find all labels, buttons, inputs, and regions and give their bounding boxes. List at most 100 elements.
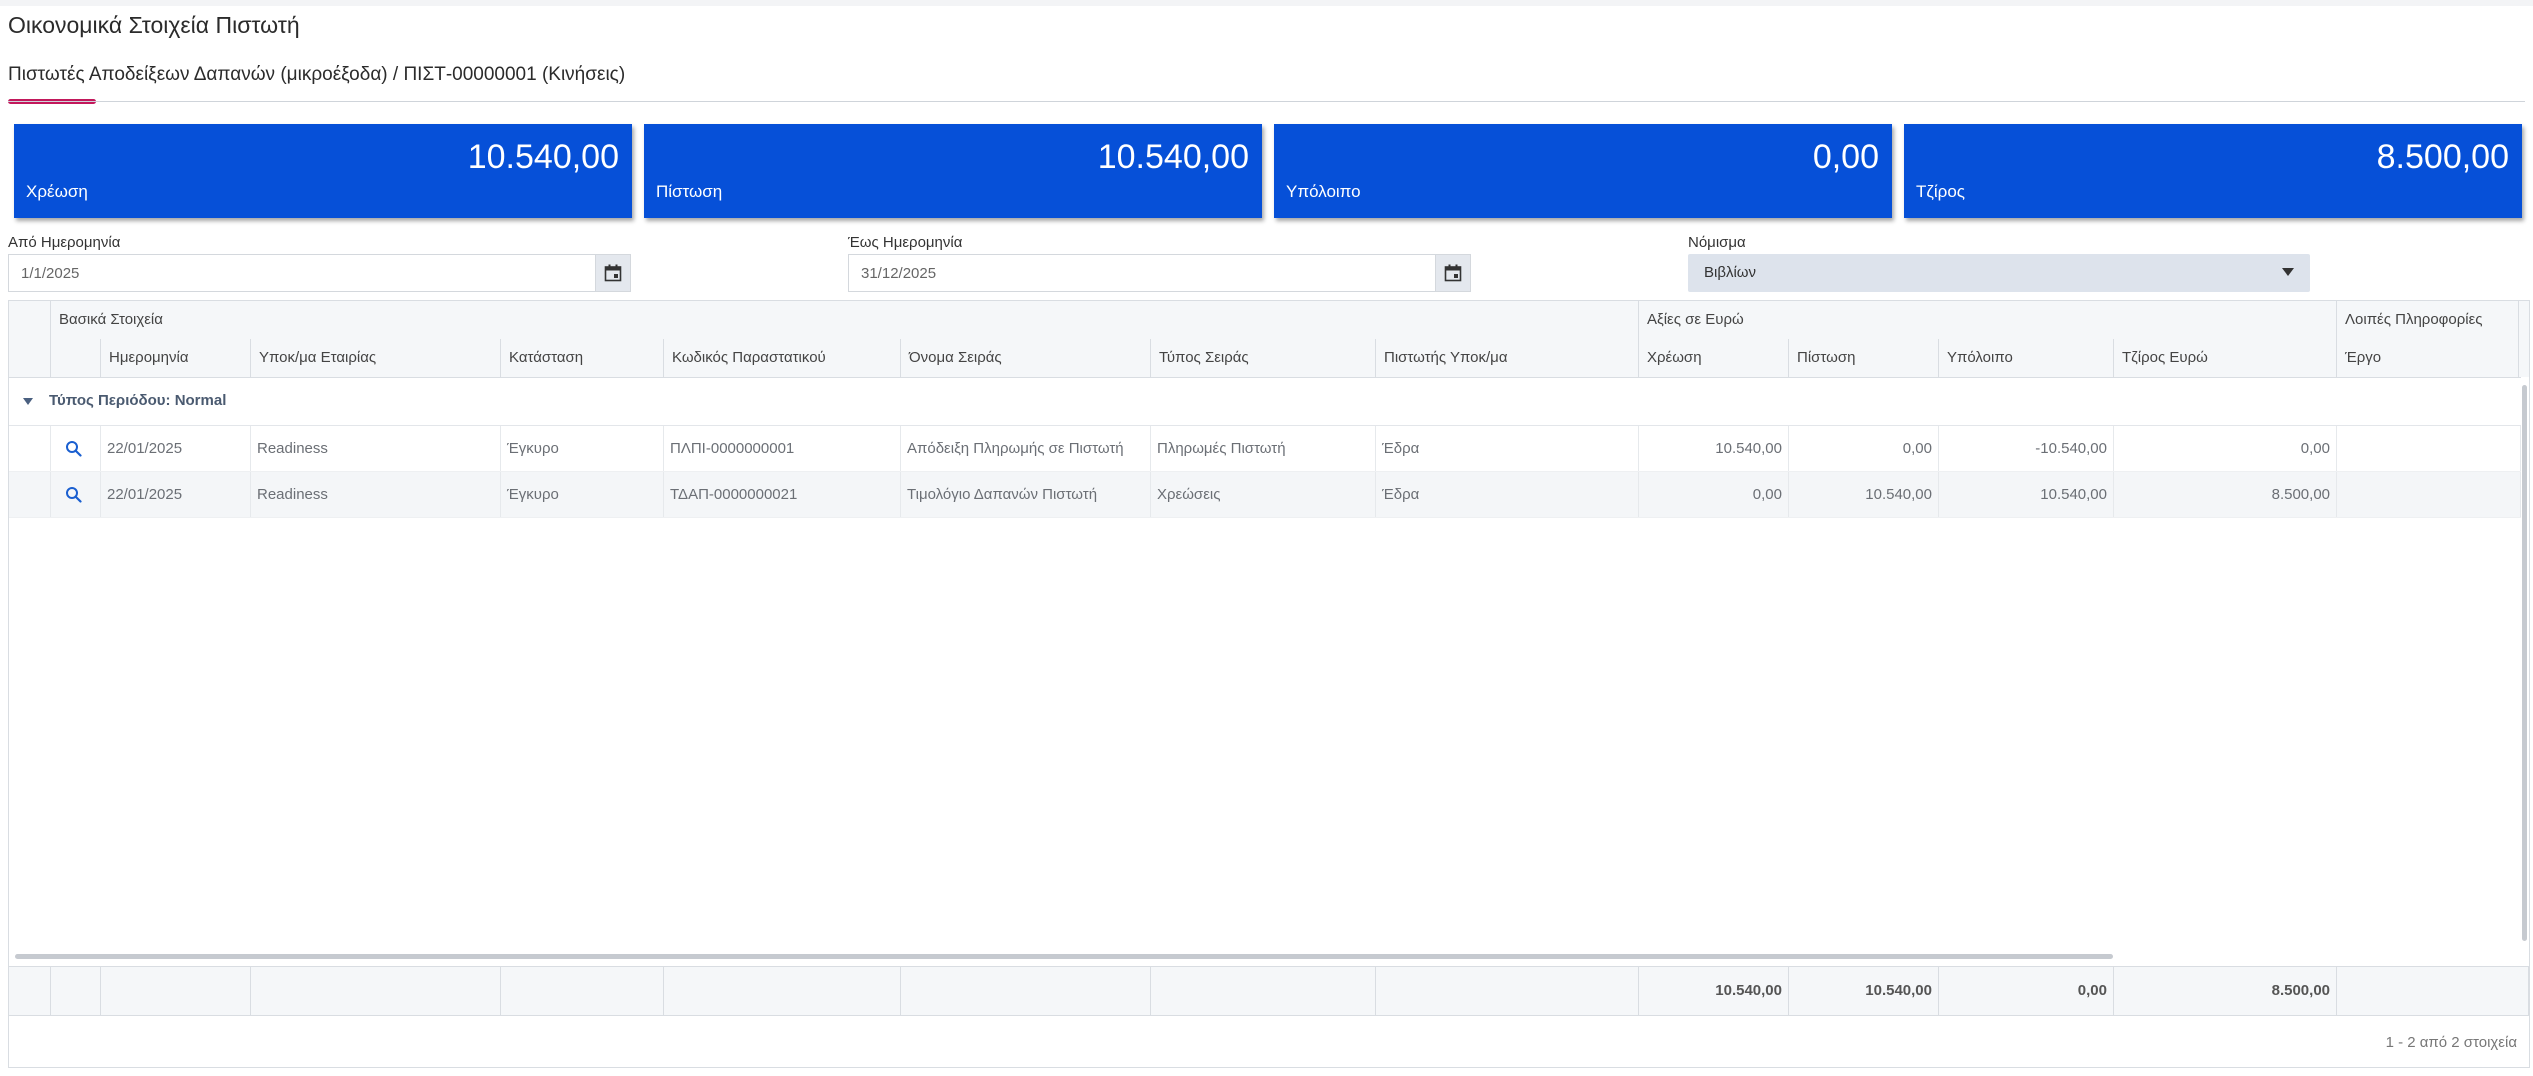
column-header-view: [51, 339, 101, 377]
tab-divider: [8, 101, 2525, 102]
group-row-period-type[interactable]: Τύπος Περιόδου: Normal: [9, 379, 2521, 426]
credit-value: 10.540,00: [1097, 138, 1249, 176]
balance-card: 0,00 Υπόλοιπο: [1274, 124, 1892, 218]
from-date-value[interactable]: 1/1/2025: [21, 265, 79, 282]
column-header-status[interactable]: Κατάσταση: [501, 339, 664, 377]
from-date-label: Από Ημερομηνία: [8, 234, 121, 251]
turnover-card: 8.500,00 Τζίρος: [1904, 124, 2522, 218]
total-credit: 10.540,00: [1789, 967, 1939, 1015]
horizontal-scrollbar[interactable]: [15, 954, 2113, 959]
row-spacer: [9, 426, 51, 471]
totals-spacer: [2337, 967, 2529, 1015]
cell-balance: 10.540,00: [1939, 472, 2114, 517]
debit-card: 10.540,00 Χρέωση: [14, 124, 632, 218]
calendar-icon: [1444, 264, 1462, 282]
totals-spacer: [501, 967, 664, 1015]
totals-spacer: [664, 967, 901, 1015]
cell-company-branch: Readiness: [251, 472, 501, 517]
cell-status: Έγκυρο: [501, 426, 664, 471]
cell-credit: 0,00: [1789, 426, 1939, 471]
balance-value: 0,00: [1812, 138, 1879, 176]
table-row[interactable]: 22/01/2025 Readiness Έγκυρο ΠΛΠΙ-0000000…: [9, 426, 2521, 472]
row-view-cell[interactable]: [51, 472, 101, 517]
cell-date: 22/01/2025: [101, 426, 251, 471]
chevron-down-icon[interactable]: [2282, 268, 2294, 276]
totals-row: 10.540,00 10.540,00 0,00 8.500,00: [9, 966, 2529, 1016]
cell-turnover: 8.500,00: [2114, 472, 2337, 517]
totals-spacer: [101, 967, 251, 1015]
row-spacer: [9, 472, 51, 517]
top-bar: [0, 0, 2533, 6]
turnover-value: 8.500,00: [2376, 138, 2509, 176]
table-row[interactable]: 22/01/2025 Readiness Έγκυρο ΤΔΑΠ-0000000…: [9, 472, 2521, 518]
column-header-credit[interactable]: Πίστωση: [1789, 339, 1939, 377]
column-header-date[interactable]: Ημερομηνία: [101, 339, 251, 377]
column-header-series-type[interactable]: Τύπος Σειράς: [1151, 339, 1376, 377]
cell-company-branch: Readiness: [251, 426, 501, 471]
column-header-spacer: [9, 339, 51, 377]
column-header-project[interactable]: Έργο: [2337, 339, 2521, 377]
pager-info: 1 - 2 από 2 στοιχεία: [2385, 1034, 2517, 1051]
collapse-triangle-icon[interactable]: [23, 398, 33, 405]
to-date-calendar-button[interactable]: [1435, 255, 1470, 291]
turnover-label: Τζίρος: [1916, 182, 1965, 201]
to-date-label: Έως Ημερομηνία: [848, 234, 963, 251]
column-header-series-name[interactable]: Όνομα Σειράς: [901, 339, 1151, 377]
cell-project: [2337, 426, 2521, 471]
totals-spacer: [1151, 967, 1376, 1015]
cell-status: Έγκυρο: [501, 472, 664, 517]
from-date-calendar-button[interactable]: [595, 255, 630, 291]
movements-grid: Βασικά Στοιχεία Αξίες σε Ευρώ Λοιπές Πλη…: [8, 300, 2530, 1068]
column-header-turnover[interactable]: Τζίρος Ευρώ: [2114, 339, 2337, 377]
header-scroll-spacer: [2518, 301, 2529, 377]
column-header-debit[interactable]: Χρέωση: [1639, 339, 1789, 377]
tab-movements[interactable]: Πιστωτές Αποδείξεων Δαπανών (μικροέξοδα)…: [8, 64, 625, 86]
cell-date: 22/01/2025: [101, 472, 251, 517]
debit-label: Χρέωση: [26, 182, 88, 201]
cell-turnover: 0,00: [2114, 426, 2337, 471]
cell-debit: 0,00: [1639, 472, 1789, 517]
column-header-creditor-branch[interactable]: Πιστωτής Υποκ/μα: [1376, 339, 1639, 377]
cell-project: [2337, 472, 2521, 517]
search-icon[interactable]: [65, 440, 82, 457]
page-title: Οικονομικά Στοιχεία Πιστωτή: [8, 12, 300, 38]
credit-card: 10.540,00 Πίστωση: [644, 124, 1262, 218]
column-header-company-branch[interactable]: Υποκ/μα Εταιρίας: [251, 339, 501, 377]
totals-spacer: [9, 967, 51, 1015]
cell-credit: 10.540,00: [1789, 472, 1939, 517]
currency-value[interactable]: Βιβλίων: [1704, 264, 1756, 281]
to-date-value[interactable]: 31/12/2025: [861, 265, 936, 282]
search-icon[interactable]: [65, 486, 82, 503]
credit-label: Πίστωση: [656, 182, 723, 201]
group-header-other: Λοιπές Πληροφορίες: [2337, 301, 2521, 339]
total-debit: 10.540,00: [1639, 967, 1789, 1015]
cell-balance: -10.540,00: [1939, 426, 2114, 471]
totals-spacer: [1376, 967, 1639, 1015]
group-header-basic: Βασικά Στοιχεία: [51, 301, 1639, 339]
cell-series-name: Απόδειξη Πληρωμής σε Πιστωτή: [901, 426, 1151, 471]
group-header-spacer: [9, 301, 51, 339]
calendar-icon: [604, 264, 622, 282]
cell-series-name: Τιμολόγιο Δαπανών Πιστωτή: [901, 472, 1151, 517]
row-view-cell[interactable]: [51, 426, 101, 471]
vertical-scrollbar[interactable]: [2522, 385, 2527, 941]
cell-debit: 10.540,00: [1639, 426, 1789, 471]
total-turnover: 8.500,00: [2114, 967, 2337, 1015]
group-row-label: Τύπος Περιόδου: Normal: [49, 392, 227, 409]
group-header-euro: Αξίες σε Ευρώ: [1639, 301, 2337, 339]
debit-value: 10.540,00: [467, 138, 619, 176]
cell-creditor-branch: Έδρα: [1376, 472, 1639, 517]
totals-spacer: [51, 967, 101, 1015]
currency-select[interactable]: Βιβλίων: [1688, 254, 2310, 292]
cell-creditor-branch: Έδρα: [1376, 426, 1639, 471]
to-date-input[interactable]: 31/12/2025: [848, 254, 1471, 292]
cell-document-code: ΤΔΑΠ-0000000021: [664, 472, 901, 517]
totals-spacer: [901, 967, 1151, 1015]
column-header-balance[interactable]: Υπόλοιπο: [1939, 339, 2114, 377]
total-balance: 0,00: [1939, 967, 2114, 1015]
column-header-document-code[interactable]: Κωδικός Παραστατικού: [664, 339, 901, 377]
totals-spacer: [251, 967, 501, 1015]
cell-series-type: Χρεώσεις: [1151, 472, 1376, 517]
from-date-input[interactable]: 1/1/2025: [8, 254, 631, 292]
balance-label: Υπόλοιπο: [1286, 182, 1361, 201]
